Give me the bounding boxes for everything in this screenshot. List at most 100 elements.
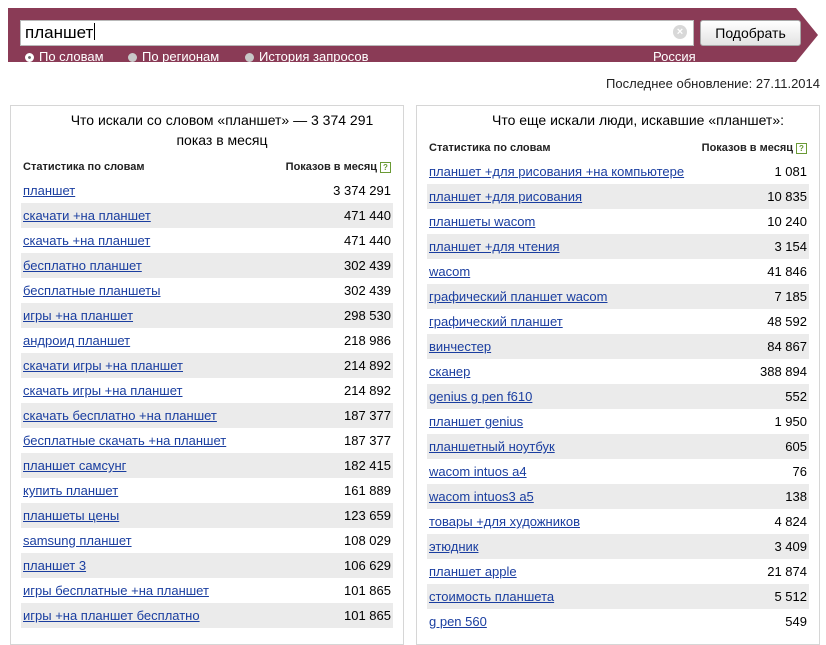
- radio-icon: [245, 53, 254, 62]
- query-link[interactable]: планшет apple: [429, 559, 517, 584]
- query-list: планшет 3 374 291 скачати +на планшет 471 4…: [21, 178, 393, 628]
- query-link[interactable]: винчестер: [429, 334, 491, 359]
- query-link[interactable]: g pen 560: [429, 609, 487, 634]
- shows-count: 21 874: [767, 564, 807, 579]
- help-icon[interactable]: ?: [380, 162, 391, 173]
- help-icon[interactable]: ?: [796, 143, 807, 154]
- last-update: Последнее обновление: 27.11.2014: [606, 76, 820, 91]
- table-row: планшет +для рисования +на компьютере 1 0…: [427, 159, 809, 184]
- query-link[interactable]: андроид планшет: [23, 328, 130, 353]
- query-link[interactable]: игры бесплатные +на планшет: [23, 578, 209, 603]
- radio-icon: [25, 53, 34, 62]
- shows-count: 41 846: [767, 264, 807, 279]
- query-link[interactable]: купить планшет: [23, 478, 118, 503]
- table-row: игры бесплатные +на планшет 101 865: [21, 578, 393, 603]
- tab-query-history[interactable]: История запросов: [245, 49, 369, 62]
- shows-count: 552: [785, 389, 807, 404]
- query-list: планшет +для рисования +на компьютере 1 0…: [427, 159, 809, 634]
- table-row: скачати +на планшет 471 440: [21, 203, 393, 228]
- query-link[interactable]: этюдник: [429, 534, 478, 559]
- shows-count: 123 659: [344, 508, 391, 523]
- shows-count: 108 029: [344, 533, 391, 548]
- table-row: планшетный ноутбук 605: [427, 434, 809, 459]
- query-link[interactable]: игры +на планшет: [23, 303, 133, 328]
- query-link[interactable]: бесплатно планшет: [23, 253, 142, 278]
- table-row: genius g pen f610 552: [427, 384, 809, 409]
- shows-count: 7 185: [774, 289, 807, 304]
- query-link[interactable]: игры +на планшет бесплатно: [23, 603, 200, 628]
- query-link[interactable]: планшет 3: [23, 553, 86, 578]
- also-searched-panel: Что еще искали люди, искавшие «планшет»:…: [416, 105, 820, 645]
- shows-count: 218 986: [344, 333, 391, 348]
- shows-count: 84 867: [767, 339, 807, 354]
- table-header: Статистика по словам Показов в месяц?: [21, 158, 393, 178]
- query-link[interactable]: планшеты цены: [23, 503, 119, 528]
- query-link[interactable]: скачать игры +на планшет: [23, 378, 183, 403]
- query-link[interactable]: планшетный ноутбук: [429, 434, 555, 459]
- table-row: скачать +на планшет 471 440: [21, 228, 393, 253]
- region-selector[interactable]: Россия: [653, 49, 696, 62]
- panel-title: Что искали со словом «планшет» — 3 374 2…: [70, 112, 374, 148]
- table-row: бесплатные планшеты 302 439: [21, 278, 393, 303]
- table-row: планшет +для чтения 3 154: [427, 234, 809, 259]
- query-link[interactable]: планшет +для чтения: [429, 234, 560, 259]
- query-link[interactable]: планшет +для рисования +на компьютере: [429, 159, 684, 184]
- shows-count: 5 512: [774, 589, 807, 604]
- query-link[interactable]: сканер: [429, 359, 470, 384]
- table-row: samsung планшет 108 029: [21, 528, 393, 553]
- column-header-word: Статистика по словам: [429, 142, 551, 154]
- shows-count: 101 865: [344, 583, 391, 598]
- query-link[interactable]: бесплатные планшеты: [23, 278, 160, 303]
- shows-count: 302 439: [344, 258, 391, 273]
- query-link[interactable]: genius g pen f610: [429, 384, 532, 409]
- query-link[interactable]: стоимость планшета: [429, 584, 554, 609]
- shows-count: 388 894: [760, 364, 807, 379]
- shows-count: 471 440: [344, 208, 391, 223]
- table-row: планшет +для рисования 10 835: [427, 184, 809, 209]
- query-link[interactable]: wacom: [429, 259, 470, 284]
- query-link[interactable]: графический планшет: [429, 309, 563, 334]
- query-link[interactable]: планшеты wacom: [429, 209, 535, 234]
- shows-count: 3 409: [774, 539, 807, 554]
- shows-count: 101 865: [344, 608, 391, 623]
- shows-count: 48 592: [767, 314, 807, 329]
- shows-count: 549: [785, 614, 807, 629]
- table-row: g pen 560 549: [427, 609, 809, 634]
- query-link[interactable]: скачать бесплатно +на планшет: [23, 403, 217, 428]
- panel-title: Что еще искали люди, искавшие «планшет»:: [491, 112, 785, 128]
- shows-count: 187 377: [344, 433, 391, 448]
- shows-count: 106 629: [344, 558, 391, 573]
- shows-count: 3 374 291: [333, 183, 391, 198]
- table-row: стоимость планшета 5 512: [427, 584, 809, 609]
- tab-by-regions[interactable]: По регионам: [128, 49, 219, 62]
- table-row: планшет самсунг 182 415: [21, 453, 393, 478]
- table-row: планшет genius 1 950: [427, 409, 809, 434]
- search-input[interactable]: планшет: [20, 20, 694, 46]
- query-link[interactable]: скачати +на планшет: [23, 203, 151, 228]
- tab-by-words[interactable]: По словам: [25, 49, 104, 62]
- query-link[interactable]: скачать +на планшет: [23, 228, 150, 253]
- query-link[interactable]: планшет: [23, 178, 75, 203]
- submit-button[interactable]: Подобрать: [700, 20, 801, 46]
- table-row: wacom intuos3 a5 138: [427, 484, 809, 509]
- query-link[interactable]: wacom intuos3 a5: [429, 484, 534, 509]
- query-link[interactable]: samsung планшет: [23, 528, 132, 553]
- table-row: купить планшет 161 889: [21, 478, 393, 503]
- shows-count: 161 889: [344, 483, 391, 498]
- column-header-word: Статистика по словам: [23, 161, 145, 173]
- query-link[interactable]: планшет +для рисования: [429, 184, 582, 209]
- query-link[interactable]: товары +для художников: [429, 509, 580, 534]
- query-link[interactable]: wacom intuos a4: [429, 459, 527, 484]
- shows-count: 298 530: [344, 308, 391, 323]
- query-link[interactable]: графический планшет wacom: [429, 284, 608, 309]
- query-link[interactable]: бесплатные скачать +на планшет: [23, 428, 226, 453]
- table-row: планшеты wacom 10 240: [427, 209, 809, 234]
- query-link[interactable]: планшет самсунг: [23, 453, 126, 478]
- table-row: wacom intuos a4 76: [427, 459, 809, 484]
- shows-count: 187 377: [344, 408, 391, 423]
- query-link[interactable]: скачати игры +на планшет: [23, 353, 183, 378]
- clear-icon[interactable]: ×: [673, 25, 687, 39]
- table-row: андроид планшет 218 986: [21, 328, 393, 353]
- query-link[interactable]: планшет genius: [429, 409, 523, 434]
- shows-count: 10 240: [767, 214, 807, 229]
